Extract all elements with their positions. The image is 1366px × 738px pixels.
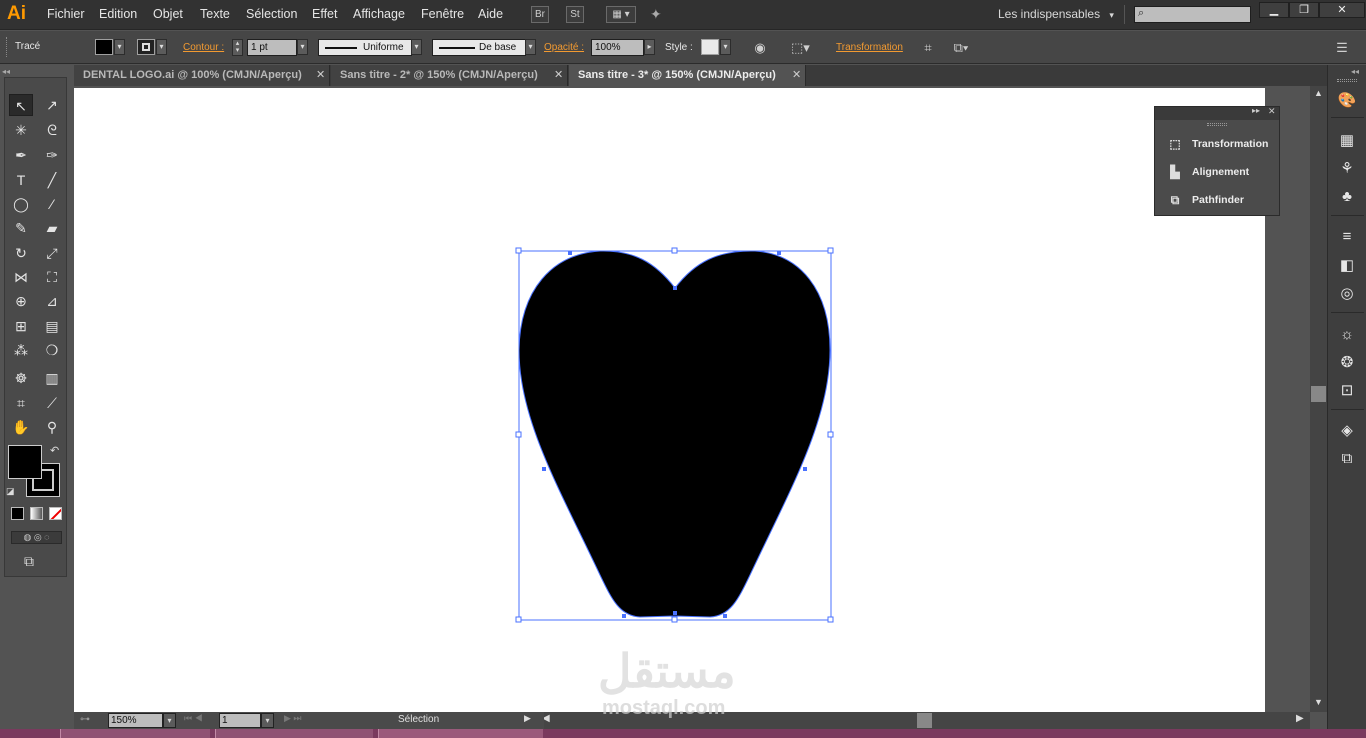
divider (1331, 312, 1364, 313)
symbols-icon[interactable]: ♣ (1337, 187, 1357, 207)
expand-icon[interactable]: ◂◂ (1351, 67, 1359, 76)
bbox-handle[interactable] (671, 247, 678, 254)
taskbar-item[interactable] (60, 729, 210, 738)
anchor-point[interactable] (673, 286, 677, 290)
artboard-dropdown[interactable]: ▾ (261, 713, 274, 728)
scroll-up-icon[interactable]: ▲ (1314, 88, 1323, 98)
bbox-handle[interactable] (515, 247, 522, 254)
transparency-icon[interactable]: ◎ (1337, 284, 1357, 304)
grip-handle (1207, 123, 1227, 126)
artboard-number-field[interactable]: 1 (219, 713, 261, 728)
status-bar: ⊶ 150% ▾ ⏮ ◀ 1 ▾ ▶ ⏭ Sélection ▶ (74, 712, 544, 729)
gradient-panel-icon[interactable]: ◧ (1337, 256, 1357, 276)
taskbar-item[interactable] (378, 729, 543, 738)
transform-icon: ⬚ (1169, 137, 1181, 152)
bbox-handle[interactable] (671, 616, 678, 623)
grip-handle (1337, 79, 1357, 82)
watermark-logo: مستقل (598, 645, 736, 697)
pathfinder-icon: ⧉ (1170, 193, 1180, 208)
floating-panel: ▸▸ ✕ ⬚ Transformation ▙ Alignement ⧉ Pathfi… (1154, 106, 1280, 216)
close-icon[interactable]: ✕ (1268, 106, 1276, 117)
brushes-icon[interactable]: ⚘ (1337, 159, 1357, 179)
anchor-point[interactable] (803, 467, 807, 471)
vertical-scrollbar[interactable]: ▲ ▼ (1310, 86, 1327, 712)
bbox-handle[interactable] (827, 247, 834, 254)
bbox-handle[interactable] (515, 616, 522, 623)
panel-item-transformation[interactable]: ⬚ Transformation (1167, 134, 1268, 154)
align-icon: ▙ (1170, 165, 1180, 180)
tooth-shape[interactable] (518, 250, 831, 618)
current-tool-status: Sélection (398, 714, 440, 725)
first-artboard-icon[interactable]: ⏮ ◀ (184, 713, 203, 724)
appearance-icon[interactable]: ☼ (1337, 325, 1357, 345)
anchor-point[interactable] (777, 251, 781, 255)
tab-menu-icon[interactable]: ⊶ (80, 714, 90, 725)
swatches-icon[interactable]: ▦ (1337, 131, 1357, 151)
scroll-thumb[interactable] (917, 713, 932, 728)
panel-dock: ◂◂ 🎨 ▦ ⚘ ♣ ≡ ◧ ◎ ☼ ❂ ⊡ ◈ ⧉ (1327, 65, 1366, 730)
layers-icon[interactable]: ◈ (1337, 421, 1357, 441)
stroke-panel-icon[interactable]: ≡ (1337, 227, 1357, 247)
anchor-point[interactable] (568, 251, 572, 255)
watermark-url: mostaql.com (602, 697, 726, 719)
zoom-dropdown[interactable]: ▾ (163, 713, 176, 728)
panel-header[interactable]: ▸▸ ✕ (1155, 106, 1279, 120)
collapse-icon[interactable]: ▸▸ (1252, 106, 1260, 115)
scroll-down-icon[interactable]: ▼ (1314, 697, 1323, 707)
taskbar-item[interactable] (215, 729, 373, 738)
anchor-point[interactable] (723, 614, 727, 618)
bbox-handle[interactable] (827, 431, 834, 438)
artboards-icon[interactable]: ⧉ (1337, 449, 1357, 469)
divider (1331, 215, 1364, 216)
color-panel-icon[interactable]: 🎨 (1337, 91, 1357, 111)
scroll-thumb[interactable] (1311, 386, 1326, 402)
status-menu-icon[interactable]: ▶ (524, 713, 531, 724)
bbox-handle[interactable] (515, 431, 522, 438)
divider (1331, 409, 1364, 410)
panel-item-pathfinder[interactable]: ⧉ Pathfinder (1167, 190, 1244, 210)
last-artboard-icon[interactable]: ▶ ⏭ (284, 713, 302, 724)
graphic-styles-icon[interactable]: ❂ (1337, 353, 1357, 373)
panel-item-alignement[interactable]: ▙ Alignement (1167, 162, 1249, 182)
panel-item-label: Alignement (1192, 166, 1250, 178)
panel-item-label: Transformation (1192, 138, 1269, 150)
anchor-point[interactable] (622, 614, 626, 618)
anchor-point[interactable] (542, 467, 546, 471)
zoom-field[interactable]: 150% (108, 713, 163, 728)
bbox-handle[interactable] (827, 616, 834, 623)
panel-item-label: Pathfinder (1192, 194, 1244, 206)
scroll-right-icon[interactable]: ▶ (1296, 713, 1304, 724)
divider (1331, 117, 1364, 118)
anchor-point[interactable] (673, 611, 677, 615)
asset-export-icon[interactable]: ⊡ (1337, 381, 1357, 401)
